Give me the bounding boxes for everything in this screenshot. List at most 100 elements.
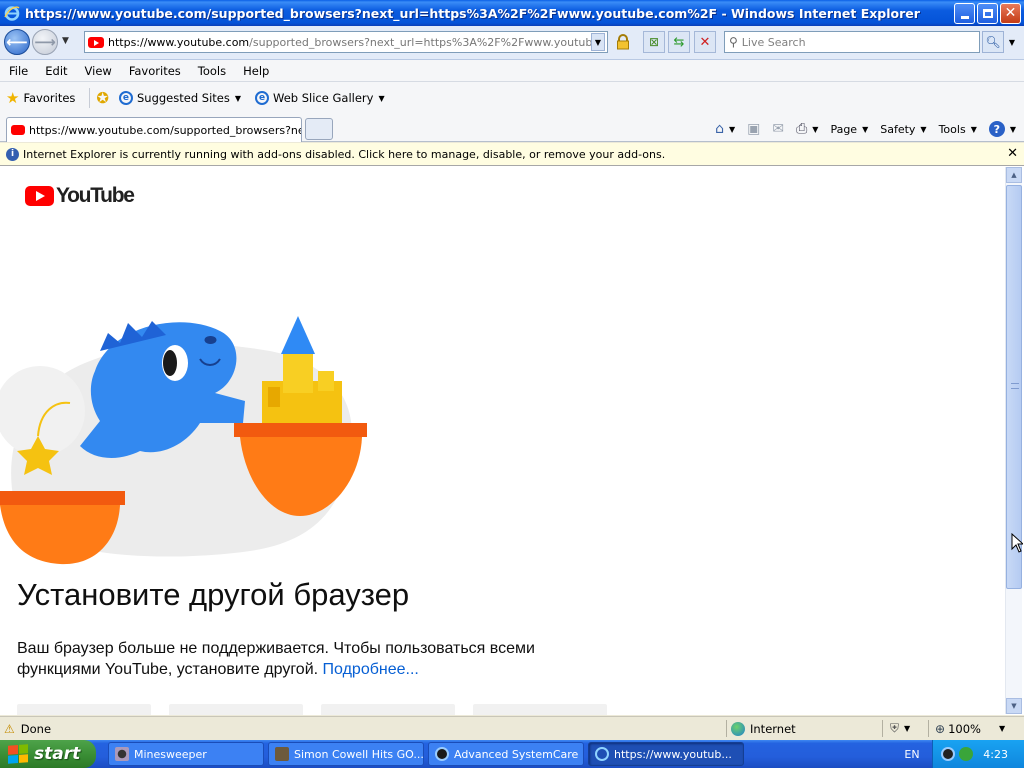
taskbar-item-simon-cowell[interactable]: Simon Cowell Hits GO... — [268, 742, 424, 766]
web-slice-gallery-button[interactable]: e Web Slice Gallery ▼ — [255, 91, 385, 105]
chevron-down-icon: ▼ — [1009, 124, 1016, 134]
minesweeper-icon — [115, 747, 129, 761]
menu-favorites[interactable]: Favorites — [120, 64, 189, 78]
status-text: ⚠ Done — [4, 722, 51, 736]
recent-pages-dropdown[interactable]: ▼ — [62, 36, 69, 46]
divider — [89, 88, 91, 108]
language-indicator[interactable]: EN — [898, 740, 926, 768]
systemcare-tray-icon[interactable] — [941, 747, 955, 761]
scroll-down-button[interactable]: ▼ — [1006, 698, 1022, 714]
tab-youtube[interactable]: https://www.youtube.com/supported_browse… — [6, 117, 302, 142]
scroll-thumb[interactable] — [1006, 185, 1022, 589]
help-menu[interactable]: ? ▼ — [988, 121, 1016, 137]
menu-help[interactable]: Help — [234, 64, 277, 78]
tab-row: https://www.youtube.com/supported_browse… — [0, 114, 1024, 142]
description-text: Ваш браузер больше не поддерживается. Чт… — [17, 640, 535, 678]
task-label: https://www.youtub... — [614, 747, 732, 761]
zoom-label: 100% — [948, 721, 981, 736]
vertical-scrollbar[interactable]: ▲ ▼ — [1005, 167, 1022, 714]
safety-menu[interactable]: Safety ▼ — [880, 123, 926, 136]
search-options-dropdown[interactable]: ▼ — [1005, 31, 1019, 53]
taskbar-item-advanced-systemcare[interactable]: Advanced SystemCare — [428, 742, 584, 766]
zoom-level-button[interactable]: ⊕ 100% ▼ — [935, 722, 1005, 736]
dinosaur-illustration — [0, 316, 367, 565]
protected-mode-button[interactable]: ⛨ ▼ — [890, 721, 910, 736]
start-button[interactable]: start — [0, 740, 96, 768]
refresh-icon: ⇆ — [673, 34, 685, 50]
back-arrow-icon: ⟵ — [6, 33, 28, 51]
learn-more-link[interactable]: Подробнее... — [323, 661, 419, 678]
search-placeholder: Live Search — [741, 35, 806, 49]
divider — [726, 720, 727, 737]
page-viewport: YouTube Установите другой браузер Ваш бр… — [0, 166, 1024, 715]
search-icon: ⚲ — [729, 35, 738, 49]
url-scheme: https:// — [108, 35, 148, 49]
close-infobar-button[interactable]: ✕ — [1007, 146, 1018, 161]
system-tray: 4:23 — [932, 740, 1024, 768]
address-dropdown-button[interactable]: ▼ — [591, 33, 605, 51]
tab-title: https://www.youtube.com/supported_browse… — [29, 123, 302, 137]
url-text[interactable]: https://www.youtube.com/supported_browse… — [108, 36, 591, 49]
information-bar[interactable]: i Internet Explorer is currently running… — [0, 143, 1024, 166]
add-favorite-star-icon: ✪ — [96, 89, 109, 107]
browser-option[interactable] — [473, 704, 607, 715]
taskbar-item-minesweeper[interactable]: Minesweeper — [108, 742, 264, 766]
window-title: https://www.youtube.com/supported_browse… — [25, 5, 920, 21]
browser-options-row — [17, 704, 625, 715]
forward-button[interactable]: ⟶ — [32, 29, 58, 55]
address-field[interactable]: https://www.youtube.com/supported_browse… — [84, 31, 608, 53]
page-description: Ваш браузер больше не поддерживается. Чт… — [17, 638, 557, 680]
help-icon: ? — [988, 121, 1005, 137]
clock[interactable]: 4:23 — [983, 748, 1008, 761]
read-mail-button[interactable]: ✉ — [772, 121, 784, 137]
url-host: www.youtube.com — [147, 35, 250, 49]
home-button[interactable]: ⌂ ▼ — [715, 121, 735, 137]
suggested-sites-button[interactable]: e Suggested Sites ▼ — [118, 91, 241, 105]
compatibility-view-button[interactable]: ⊠ — [643, 31, 665, 53]
security-zone[interactable]: Internet — [731, 721, 796, 736]
print-button[interactable]: ⎙ ▼ — [796, 121, 818, 137]
browser-option[interactable] — [169, 704, 303, 715]
home-icon: ⌂ — [715, 121, 724, 137]
tools-menu[interactable]: Tools ▼ — [939, 123, 977, 136]
browser-option[interactable] — [321, 704, 455, 715]
chevron-down-icon: ▼ — [970, 124, 977, 134]
add-to-favorites-bar-button[interactable]: ✪ — [96, 89, 113, 107]
stop-button[interactable]: ✕ — [694, 31, 716, 53]
minimize-button[interactable] — [954, 2, 975, 24]
status-label: Done — [20, 721, 52, 736]
favorites-button[interactable]: ★ Favorites — [6, 89, 75, 107]
page-menu[interactable]: Page ▼ — [830, 123, 868, 136]
menu-edit[interactable]: Edit — [36, 64, 75, 78]
taskbar: start Minesweeper Simon Cowell Hits GO..… — [0, 740, 1024, 768]
title-bar[interactable]: https://www.youtube.com/supported_browse… — [0, 0, 1024, 26]
scroll-up-button[interactable]: ▲ — [1006, 167, 1022, 183]
back-button[interactable]: ⟵ — [4, 29, 30, 55]
network-tray-icon[interactable] — [959, 747, 973, 761]
safety-menu-label: Safety — [880, 122, 916, 136]
minimize-icon — [960, 15, 969, 19]
browser-option[interactable] — [17, 704, 151, 715]
search-input[interactable]: ⚲ Live Search — [724, 31, 980, 53]
youtube-logo[interactable]: YouTube — [25, 184, 135, 208]
menu-view[interactable]: View — [76, 64, 120, 78]
youtube-favicon-icon — [11, 125, 25, 135]
security-lock-button[interactable] — [612, 31, 634, 53]
taskbar-item-internet-explorer[interactable]: https://www.youtub... — [588, 742, 744, 766]
ie-logo-icon — [4, 6, 20, 21]
chevron-down-icon: ▼ — [728, 124, 736, 134]
menu-file[interactable]: File — [0, 64, 36, 78]
new-tab-button[interactable] — [305, 118, 333, 140]
search-button[interactable]: 🔍︎ — [982, 31, 1004, 53]
web-slice-gallery-label: Web Slice Gallery — [273, 91, 374, 105]
close-window-button[interactable]: ✕ — [1000, 2, 1021, 24]
refresh-button[interactable]: ⇆ — [668, 31, 690, 53]
page-menu-label: Page — [830, 122, 858, 136]
menu-tools[interactable]: Tools — [189, 64, 234, 78]
chevron-down-icon: ▼ — [920, 124, 927, 134]
command-bar: ⌂ ▼ ▣ ✉ ⎙ ▼ Page ▼ Safety ▼ Tools ▼ ? ▼ — [703, 118, 1016, 140]
magnifier-icon: 🔍︎ — [985, 35, 1001, 49]
feeds-button[interactable]: ▣ — [747, 121, 760, 137]
maximize-button[interactable] — [977, 2, 998, 24]
zone-label: Internet — [750, 721, 796, 736]
